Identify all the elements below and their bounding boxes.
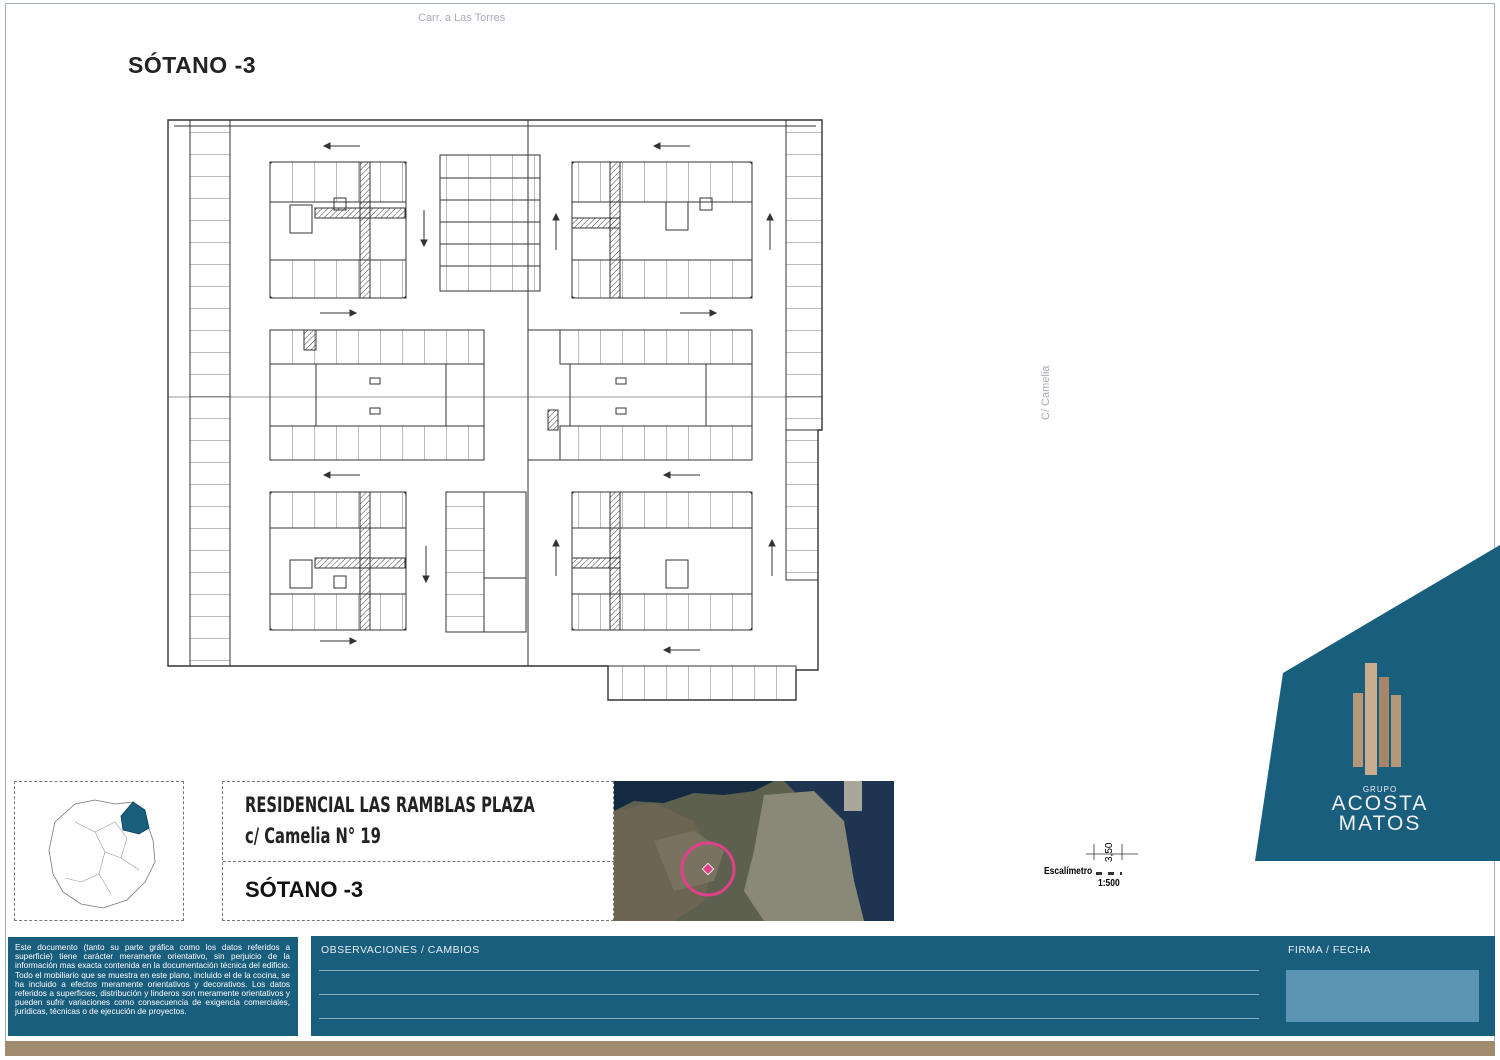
disclaimer-text: Este documento (tanto su parte gráfica c… bbox=[8, 937, 298, 1036]
project-line-2: c/ Camelia N° 19 bbox=[245, 824, 381, 848]
satellite-image bbox=[614, 781, 894, 921]
observations-panel: OBSERVACIONES / CAMBIOS FIRMA / FECHA bbox=[311, 936, 1495, 1036]
signature-title: FIRMA / FECHA bbox=[1288, 944, 1371, 956]
project-info-box: RESIDENCIAL LAS RAMBLAS PLAZA c/ Camelia… bbox=[222, 781, 615, 921]
signature-field[interactable] bbox=[1286, 970, 1479, 1022]
project-name: RESIDENCIAL LAS RAMBLAS PLAZA c/ Camelia… bbox=[245, 790, 535, 852]
scale-label: Escalímetro bbox=[1044, 866, 1093, 877]
brand-logo: GRUPO ACOSTA MATOS bbox=[1300, 785, 1460, 834]
road-label-top: Carr. a Las Torres bbox=[418, 12, 506, 24]
observations-title: OBSERVACIONES / CAMBIOS bbox=[321, 944, 480, 956]
scale-value: 3,50 bbox=[1104, 842, 1115, 862]
road-label-side: C/ Camelia bbox=[1040, 365, 1052, 420]
plan-title: SÓTANO -3 bbox=[128, 52, 257, 78]
level-label: SÓTANO -3 bbox=[245, 877, 364, 902]
observations-line[interactable] bbox=[319, 1018, 1259, 1019]
scale-ratio: 1:500 bbox=[1098, 878, 1120, 889]
floor-plan bbox=[167, 119, 823, 701]
project-line-1: RESIDENCIAL LAS RAMBLAS PLAZA bbox=[245, 793, 535, 817]
scale-bar: Escalímetro 3,50 1:500 bbox=[1040, 840, 1150, 900]
observations-line[interactable] bbox=[319, 970, 1259, 971]
brand-name-1: ACOSTA bbox=[1331, 792, 1429, 815]
island-map bbox=[48, 799, 156, 909]
observations-line[interactable] bbox=[319, 994, 1259, 995]
brand-name-2: MATOS bbox=[1338, 812, 1422, 835]
footer-strip bbox=[5, 1041, 1495, 1056]
info-divider bbox=[223, 861, 615, 862]
location-map-box bbox=[14, 781, 184, 921]
